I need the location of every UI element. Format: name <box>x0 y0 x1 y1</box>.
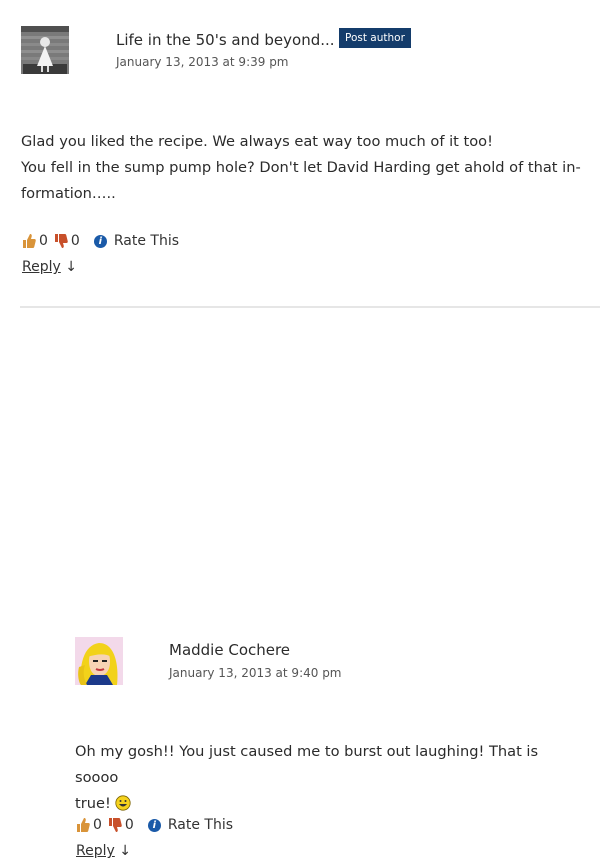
reply-link[interactable]: Reply ↓ <box>76 843 131 859</box>
info-icon: i <box>147 818 161 832</box>
comment-line: Glad you liked the recipe. We always eat… <box>21 133 493 150</box>
like-count: 0 <box>39 233 48 249</box>
comment-author[interactable]: Maddie Cochere <box>169 641 290 659</box>
thumbs-down-icon[interactable] <box>108 817 122 833</box>
thumbs-up-icon[interactable] <box>22 233 36 249</box>
comment-line: You fell in the sump pump hole? Don't le… <box>21 159 581 176</box>
comment-text: Glad you liked the recipe. We always eat… <box>21 129 591 207</box>
comment-thread: Life in the 50's and beyond... Post auth… <box>0 0 600 859</box>
avatar[interactable] <box>21 26 69 74</box>
reply-link[interactable]: Reply ↓ <box>22 259 77 275</box>
smiley-icon <box>115 794 131 811</box>
comment-line: Oh my gosh!! You just caused me to burst… <box>75 743 539 786</box>
comment-line-wrap: true! <box>75 791 585 817</box>
reply-label: Reply <box>76 843 115 859</box>
rating-bar: 0 0 i Rate This <box>22 233 179 249</box>
reply-arrow-icon: ↓ <box>119 843 131 859</box>
reply-arrow-icon: ↓ <box>65 259 77 275</box>
info-icon: i <box>93 234 107 248</box>
comment-line: formation….. <box>21 185 116 202</box>
comment-line: true! <box>75 795 111 812</box>
like-count: 0 <box>93 817 102 833</box>
post-author-badge: Post author <box>339 28 411 48</box>
rating-bar: 0 0 i Rate This <box>76 817 233 833</box>
comment-divider <box>20 306 600 308</box>
comment-text: Oh my gosh!! You just caused me to burst… <box>75 739 585 817</box>
avatar[interactable] <box>75 637 123 685</box>
thumbs-down-icon[interactable] <box>54 233 68 249</box>
rate-this-link[interactable]: Rate This <box>114 233 179 249</box>
dislike-count: 0 <box>124 817 134 833</box>
comment-date[interactable]: January 13, 2013 at 9:39 pm <box>116 55 289 69</box>
rate-this-link[interactable]: Rate This <box>168 817 233 833</box>
comment-date[interactable]: January 13, 2013 at 9:40 pm <box>169 666 342 680</box>
reply-label: Reply <box>22 259 61 275</box>
dislike-count: 0 <box>70 233 80 249</box>
comment-author[interactable]: Life in the 50's and beyond... <box>116 31 335 49</box>
thumbs-up-icon[interactable] <box>76 817 90 833</box>
